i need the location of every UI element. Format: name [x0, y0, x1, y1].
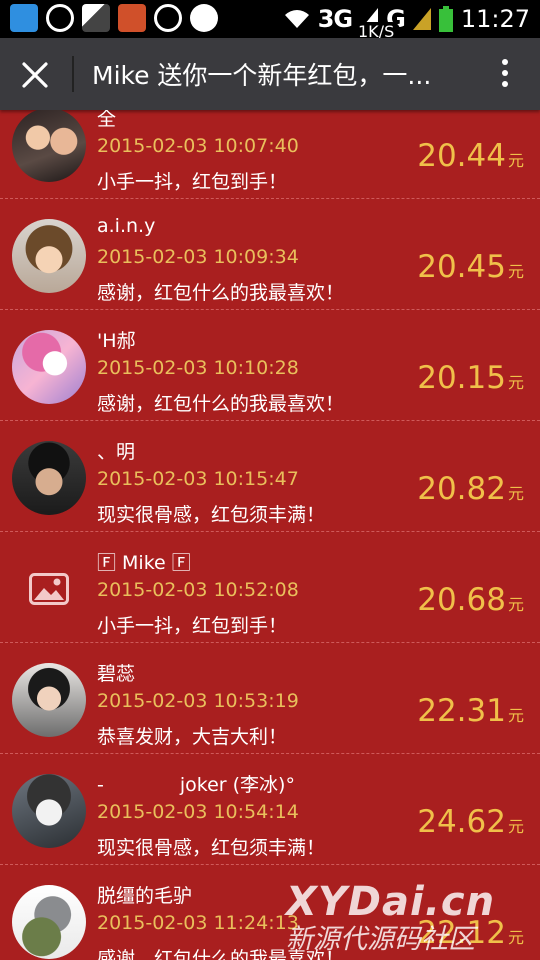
sender-name: - joker (李冰)°	[97, 774, 295, 796]
amount: 22.31 元	[417, 693, 524, 729]
close-button[interactable]	[12, 52, 58, 96]
avatar	[12, 774, 86, 848]
zhihu-icon	[154, 4, 182, 32]
amount: 20.15 元	[417, 360, 524, 396]
status-bar: 3G G 11:27 1K/S	[0, 0, 540, 41]
sender-name: 脱缰的毛驴	[97, 885, 193, 907]
amount-value: 20.15	[417, 360, 506, 396]
app-store-icon	[10, 4, 38, 32]
list-item[interactable]: 碧蕊 2015-02-03 10:53:19 恭喜发财，大吉大利！ 22.31 元	[0, 643, 540, 754]
music-icon	[190, 4, 218, 32]
amount: 20.82 元	[417, 471, 524, 507]
amount-value: 22.31	[417, 693, 506, 729]
list-item[interactable]: 、明 2015-02-03 10:15:47 现实很骨感，红包须丰满！ 20.8…	[0, 421, 540, 532]
more-dot	[502, 70, 508, 76]
avatar	[12, 663, 86, 737]
app-header: Mike 送你一个新年红包，一...	[0, 38, 540, 110]
amount: 20.44 元	[417, 138, 524, 174]
wifi-icon	[284, 10, 309, 28]
received-time: 2015-02-03 10:54:14	[97, 801, 299, 823]
sender-name: 、明	[97, 441, 136, 463]
more-menu-button[interactable]	[490, 54, 520, 94]
watermark-domain: XYDai.cn	[286, 879, 496, 925]
amount-value: 20.82	[417, 471, 506, 507]
avatar	[12, 552, 86, 626]
clock: 11:27	[460, 5, 530, 33]
signal-icon-2	[412, 8, 431, 30]
list-item[interactable]: a.i.n.y 2015-02-03 10:09:34 感谢，红包什么的我最喜欢…	[0, 199, 540, 310]
notification-icons	[10, 4, 218, 32]
red-packet-record-list[interactable]: 全 2015-02-03 10:07:40 小手一抖，红包到手！ 20.44 元 …	[0, 110, 540, 960]
sender-name: 'H郝	[97, 330, 136, 352]
sender-name: 碧蕊	[97, 663, 136, 685]
amount-value: 20.44	[417, 138, 506, 174]
avatar	[12, 330, 86, 404]
greeting-message: 现实很骨感，红包须丰满！	[97, 837, 326, 859]
sender-name: 全	[97, 110, 117, 130]
received-time: 2015-02-03 10:09:34	[97, 246, 299, 268]
avatar	[12, 110, 86, 182]
received-time: 2015-02-03 10:10:28	[97, 357, 299, 379]
greeting-message: 现实很骨感，红包须丰满！	[97, 504, 326, 526]
amount-unit: 元	[507, 817, 524, 836]
amount-value: 20.68	[417, 582, 506, 618]
shield-icon	[46, 4, 74, 32]
more-dot	[502, 81, 508, 87]
site-watermark: XYDai.cn 新源代源码社区	[286, 880, 536, 958]
network-3g-label: 3G	[317, 5, 353, 33]
amount-unit: 元	[507, 262, 524, 281]
more-dot	[502, 59, 508, 65]
amount-unit: 元	[507, 373, 524, 392]
amount-unit: 元	[507, 595, 524, 614]
sender-name: a.i.n.y	[97, 215, 156, 237]
greeting-message: 小手一抖，红包到手！	[97, 171, 288, 193]
avatar	[12, 885, 86, 959]
amount-unit: 元	[507, 484, 524, 503]
header-divider	[72, 56, 74, 92]
amount-value: 20.45	[417, 249, 506, 285]
battery-icon	[438, 6, 453, 32]
avatar	[12, 441, 86, 515]
amount-value: 24.62	[417, 804, 506, 840]
received-time: 2015-02-03 10:52:08	[97, 579, 299, 601]
greeting-message: 感谢，红包什么的我最喜欢！	[97, 282, 345, 304]
gallery-icon	[82, 4, 110, 32]
avatar	[12, 219, 86, 293]
received-time: 2015-02-03 10:53:19	[97, 690, 299, 712]
list-item[interactable]: 全 2015-02-03 10:07:40 小手一抖，红包到手！ 20.44 元	[0, 110, 540, 199]
amount: 20.68 元	[417, 582, 524, 618]
page-title: Mike 送你一个新年红包，一...	[92, 61, 432, 90]
list-item[interactable]: 🄵 Mike 🄵 2015-02-03 10:52:08 小手一抖，红包到手！ …	[0, 532, 540, 643]
list-item[interactable]: - joker (李冰)° 2015-02-03 10:54:14 现实很骨感，…	[0, 754, 540, 865]
watermark-site-name: 新源代源码社区	[286, 924, 475, 955]
image-placeholder-icon	[29, 573, 69, 605]
greeting-message: 感谢，红包什么的我最喜欢！	[97, 393, 345, 415]
amount: 20.45 元	[417, 249, 524, 285]
system-indicators: 3G G 11:27	[284, 2, 530, 36]
amount: 24.62 元	[417, 804, 524, 840]
received-time: 2015-02-03 10:15:47	[97, 468, 299, 490]
sender-name: 🄵 Mike 🄵	[97, 552, 191, 574]
list-item[interactable]: 'H郝 2015-02-03 10:10:28 感谢，红包什么的我最喜欢！ 20…	[0, 310, 540, 421]
received-time: 2015-02-03 11:24:13	[97, 912, 299, 934]
greeting-message: 恭喜发财，大吉大利！	[97, 726, 288, 748]
close-icon	[22, 62, 48, 88]
greeting-message: 小手一抖，红包到手！	[97, 615, 288, 637]
amount-unit: 元	[507, 706, 524, 725]
received-time: 2015-02-03 10:07:40	[97, 135, 299, 157]
amount-unit: 元	[507, 151, 524, 170]
cow-app-icon	[118, 4, 146, 32]
